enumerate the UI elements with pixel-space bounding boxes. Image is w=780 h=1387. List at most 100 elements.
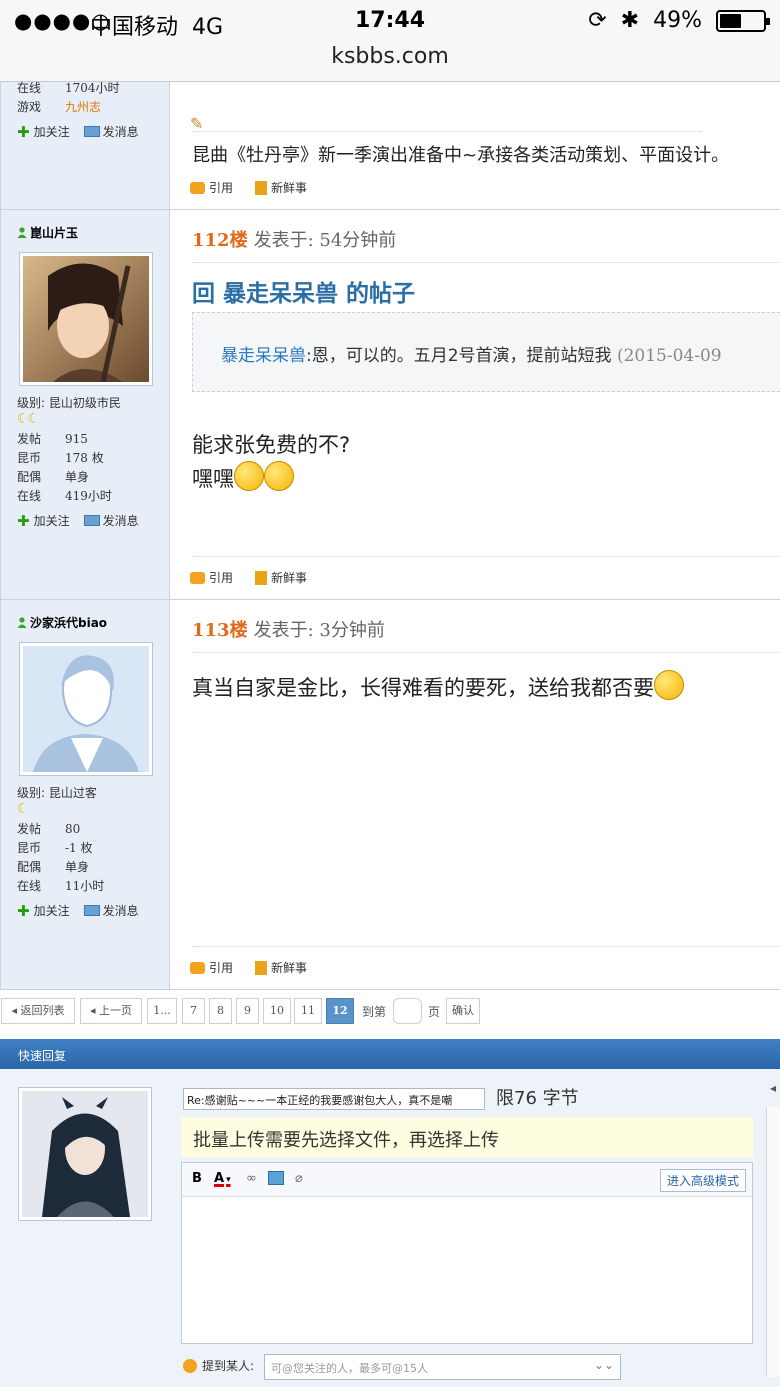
quote-button[interactable]: 引用 <box>190 179 233 196</box>
scroll-left-icon[interactable]: ◂ <box>770 1081 776 1095</box>
floor-header: 113楼 发表于: 3分钟前 <box>192 616 385 642</box>
mail-icon <box>83 126 100 137</box>
follow-button[interactable]: ✚ 加关注 <box>17 902 70 920</box>
chevron-down-icon[interactable]: ⌄⌄ <box>594 1358 614 1372</box>
char-limit: 限76 字节 <box>496 1088 579 1109</box>
stat-row: 在线 1704小时 <box>17 81 120 95</box>
current-page[interactable]: 12 <box>326 998 354 1024</box>
game-link[interactable]: 九州志 <box>65 100 101 114</box>
follow-button[interactable]: ✚ 加关注 <box>17 123 70 141</box>
image-icon[interactable] <box>268 1171 284 1189</box>
message-button[interactable]: 发消息 <box>83 123 139 141</box>
page-link[interactable]: 11 <box>294 998 322 1024</box>
news-icon <box>255 571 268 585</box>
author-avatar[interactable] <box>19 642 153 776</box>
bluetooth-icon: ✱ <box>620 8 640 33</box>
news-button[interactable]: 新鲜事 <box>255 569 307 586</box>
page-link[interactable]: 8 <box>209 998 232 1024</box>
grin-emoji-icon <box>234 461 264 491</box>
stat-row: 在线 419小时 <box>17 489 112 503</box>
avatar-image <box>22 1091 148 1217</box>
footer-divider <box>192 556 780 557</box>
author-actions: ✚ 加关注 发消息 <box>17 123 139 141</box>
scrollbar[interactable] <box>766 1107 780 1377</box>
post-113: 沙家浜代biao 级别: 昆山过客 ☾ 发帖 80 昆币 -1 枚 配偶 单身 在线 1… <box>0 600 780 990</box>
body-line: 嘿嘿 <box>192 461 350 495</box>
stat-row: 昆币 -1 枚 <box>17 841 93 855</box>
level-moons-icon: ☾☾ <box>17 411 40 427</box>
stat-row: 配偶 单身 <box>17 860 90 874</box>
quick-reply-header: 快速回复 <box>0 1039 780 1069</box>
mail-icon <box>83 905 100 916</box>
mail-icon <box>83 515 100 526</box>
quote-text: :恩，可以的。五月2号首演，提前站短我 <box>306 346 612 366</box>
author-stats: 在线 1704小时 游戏 九州志 <box>17 79 120 117</box>
user-icon <box>17 227 27 238</box>
author-avatar[interactable] <box>19 252 153 386</box>
stat-row: 昆币 178 枚 <box>17 451 104 465</box>
back-to-list-button[interactable]: ◂ 返回列表 <box>1 998 75 1024</box>
author-stats: 发帖 915 昆币 178 枚 配偶 单身 在线 419小时 <box>17 430 112 506</box>
stat-row: 在线 11小时 <box>17 879 105 893</box>
news-icon <box>255 181 268 195</box>
mention-label: 提到某人: <box>183 1357 254 1374</box>
quick-reply-panel: Re:感谢贴~~~一本正经的我要感谢包大人，真不是嘲 限76 字节 批量上传需要… <box>0 1069 780 1387</box>
attachment-icon[interactable]: ⌀ <box>295 1171 303 1186</box>
bold-button[interactable]: B <box>192 1171 202 1186</box>
floor-number: 113楼 <box>192 620 248 641</box>
footer-divider <box>192 946 780 947</box>
message-button[interactable]: 发消息 <box>83 512 139 530</box>
page-link[interactable]: 10 <box>263 998 291 1024</box>
goto-label: 到第 <box>362 1005 387 1019</box>
editor-toolbar: B A ▾ ∞ ⌀ 进入高级模式 <box>182 1163 752 1197</box>
battery-percent: 49% <box>653 8 702 33</box>
post-title: 回 暴走呆呆兽 的帖子 <box>192 281 416 307</box>
page-link[interactable]: 1... <box>147 998 177 1024</box>
reply-textarea[interactable] <box>182 1197 752 1343</box>
subject-input[interactable]: Re:感谢贴~~~一本正经的我要感谢包大人，真不是嘲 <box>183 1088 485 1110</box>
post-time: 发表于: 3分钟前 <box>253 620 385 641</box>
quote-icon <box>190 962 205 974</box>
page-number-input[interactable] <box>393 998 422 1024</box>
author-name[interactable]: 沙家浜代biao <box>17 614 107 631</box>
quote-date: (2015-04-09 <box>616 346 722 366</box>
quote-button[interactable]: 引用 <box>190 569 233 586</box>
post-time: 发表于: 54分钟前 <box>253 230 397 251</box>
mention-input[interactable]: 可@您关注的人，最多可@15人 ⌄⌄ <box>264 1354 621 1380</box>
advanced-mode-button[interactable]: 进入高级模式 <box>659 1169 746 1192</box>
font-color-button[interactable]: A ▾ <box>214 1171 231 1186</box>
upload-notice: 批量上传需要先选择文件，再选择上传 <box>181 1117 753 1157</box>
news-button[interactable]: 新鲜事 <box>255 959 307 976</box>
news-icon <box>255 961 268 975</box>
author-level: 级别: 昆山初级市民 <box>17 396 121 410</box>
follow-button[interactable]: ✚ 加关注 <box>17 512 70 530</box>
quote-icon <box>190 182 205 194</box>
thinking-emoji-icon <box>654 670 684 700</box>
author-level: 级别: 昆山过客 <box>17 786 97 800</box>
page-unit-label: 页 <box>428 1005 441 1019</box>
page-link[interactable]: 7 <box>182 998 205 1024</box>
post-content: ✎ 昆曲《牡丹亭》新一季演出准备中~承接各类活动策划、平面设计。 引用 新鲜事 <box>170 82 780 209</box>
author-name[interactable]: 崑山片玉 <box>17 224 78 241</box>
news-button[interactable]: 新鲜事 <box>255 179 307 196</box>
stat-row: 配偶 单身 <box>17 470 90 484</box>
address-bar[interactable]: ksbbs.com <box>0 40 780 82</box>
author-actions: ✚ 加关注 发消息 <box>17 902 139 920</box>
author-stats: 发帖 80 昆币 -1 枚 配偶 单身 在线 11小时 <box>17 820 104 896</box>
default-avatar-image <box>23 646 149 772</box>
body-line: 能求张免费的不? <box>192 433 351 457</box>
quote-button[interactable]: 引用 <box>190 959 233 976</box>
message-button[interactable]: 发消息 <box>83 902 139 920</box>
stat-row: 发帖 80 <box>17 822 81 836</box>
page-link[interactable]: 9 <box>236 998 259 1024</box>
pagination: ◂ 返回列表 ◂ 上一页 1... 7 8 9 10 11 12 到第 页 确认 <box>0 998 780 1026</box>
prev-page-button[interactable]: ◂ 上一页 <box>80 998 142 1024</box>
reply-editor: B A ▾ ∞ ⌀ 进入高级模式 <box>181 1162 753 1344</box>
post-body: 能求张免费的不? 嘿嘿 <box>192 429 350 495</box>
quote-author-link[interactable]: 暴走呆呆兽 <box>221 346 306 366</box>
signature-text: 昆曲《牡丹亭》新一季演出准备中~承接各类活动策划、平面设计。 <box>192 145 730 166</box>
floor-number: 112楼 <box>192 230 248 251</box>
link-icon[interactable]: ∞ <box>246 1171 257 1186</box>
post-body: 真当自家是金比，长得难看的要死，送给我都否要 <box>192 670 684 704</box>
confirm-button[interactable]: 确认 <box>446 998 480 1024</box>
